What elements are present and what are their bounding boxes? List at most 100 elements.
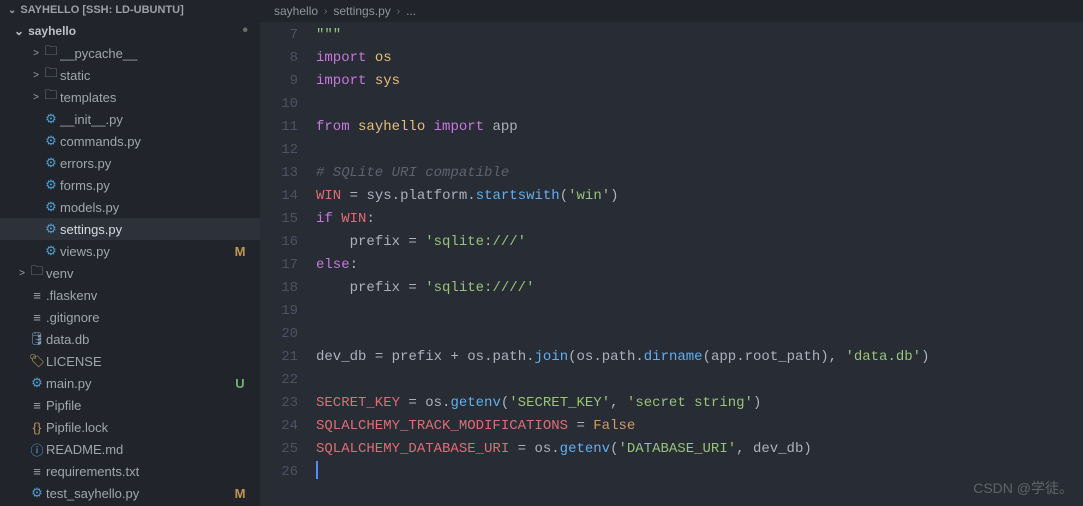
line-number: 10 xyxy=(260,93,298,116)
line-number: 24 xyxy=(260,415,298,438)
line-number: 15 xyxy=(260,208,298,231)
line-gutter: 7891011121314151617181920212223242526 xyxy=(260,24,316,506)
tree-item[interactable]: ≡Pipfile xyxy=(0,394,260,416)
tree-item[interactable]: ⚙errors.py xyxy=(0,152,260,174)
code-line[interactable]: if WIN: xyxy=(316,208,1083,231)
breadcrumb-part[interactable]: ... xyxy=(406,4,416,18)
tree-item[interactable]: >🗀static xyxy=(0,64,260,86)
code-line[interactable]: SQLALCHEMY_TRACK_MODIFICATIONS = False xyxy=(316,415,1083,438)
chevron-right-icon: > xyxy=(30,70,42,81)
py-icon: ⚙ xyxy=(42,155,60,171)
tree-item-label: views.py xyxy=(60,244,232,259)
file-tree: >🗀__pycache__>🗀static>🗀templates⚙__init_… xyxy=(0,42,260,504)
file-icon: ≡ xyxy=(28,398,46,413)
chevron-right-icon: › xyxy=(324,6,327,17)
chevron-right-icon: > xyxy=(30,48,42,59)
code-line[interactable] xyxy=(316,93,1083,116)
folder-root[interactable]: ⌄ sayhello • xyxy=(0,20,260,42)
chevron-down-icon: ⌄ xyxy=(14,24,24,38)
breadcrumb-part[interactable]: sayhello xyxy=(274,4,318,18)
code-line[interactable]: WIN = sys.platform.startswith('win') xyxy=(316,185,1083,208)
folder-icon: 🗀 xyxy=(42,42,60,64)
py-icon: ⚙ xyxy=(42,221,60,237)
tree-item[interactable]: >🗀__pycache__ xyxy=(0,42,260,64)
tree-item[interactable]: ≡.flaskenv xyxy=(0,284,260,306)
line-number: 22 xyxy=(260,369,298,392)
tree-item-label: venv xyxy=(46,266,232,281)
tree-item-label: README.md xyxy=(46,442,232,457)
code-line[interactable] xyxy=(316,139,1083,162)
code-line[interactable] xyxy=(316,323,1083,346)
chevron-right-icon: > xyxy=(16,268,28,279)
code-line[interactable]: SQLALCHEMY_DATABASE_URI = os.getenv('DAT… xyxy=(316,438,1083,461)
line-number: 19 xyxy=(260,300,298,323)
chevron-right-icon: > xyxy=(30,92,42,103)
py-icon: ⚙ xyxy=(42,133,60,149)
code-line[interactable] xyxy=(316,461,1083,484)
tree-item[interactable]: {}Pipfile.lock xyxy=(0,416,260,438)
code-line[interactable]: dev_db = prefix + os.path.join(os.path.d… xyxy=(316,346,1083,369)
tree-item[interactable]: ≡.gitignore xyxy=(0,306,260,328)
db-icon: 🛢 xyxy=(28,331,46,347)
tree-item[interactable]: ⚙settings.py xyxy=(0,218,260,240)
sidebar-title: SAYHELLO [SSH: LD-UBUNTU] xyxy=(20,4,183,16)
vcs-badge: M xyxy=(232,244,248,259)
tree-item[interactable]: ⚙main.pyU xyxy=(0,372,260,394)
file-icon: ≡ xyxy=(28,310,46,325)
tree-item[interactable]: ⚙__init__.py xyxy=(0,108,260,130)
line-number: 26 xyxy=(260,461,298,484)
folder-icon: 🗀 xyxy=(42,86,60,108)
py-icon: ⚙ xyxy=(28,485,46,501)
line-number: 23 xyxy=(260,392,298,415)
tree-item[interactable]: ⚙views.pyM xyxy=(0,240,260,262)
line-number: 25 xyxy=(260,438,298,461)
tree-item-label: main.py xyxy=(46,376,232,391)
tree-item[interactable]: ⚙test_sayhello.pyM xyxy=(0,482,260,504)
code-line[interactable]: prefix = 'sqlite:////' xyxy=(316,277,1083,300)
sidebar-header[interactable]: ⌄ SAYHELLO [SSH: LD-UBUNTU] xyxy=(0,0,260,20)
tree-item[interactable]: ⚙models.py xyxy=(0,196,260,218)
folder-icon: 🗀 xyxy=(28,262,46,284)
breadcrumb-part[interactable]: settings.py xyxy=(333,4,390,18)
tree-item[interactable]: ⚙commands.py xyxy=(0,130,260,152)
tree-item-label: .gitignore xyxy=(46,310,232,325)
tree-item-label: .flaskenv xyxy=(46,288,232,303)
code-line[interactable]: """ xyxy=(316,24,1083,47)
tree-item-label: settings.py xyxy=(60,222,232,237)
code-line[interactable]: # SQLite URI compatible xyxy=(316,162,1083,185)
tree-item[interactable]: 🏷LICENSE xyxy=(0,350,260,372)
line-number: 7 xyxy=(260,24,298,47)
breadcrumb[interactable]: sayhello › settings.py › ... xyxy=(260,0,1083,22)
tree-item[interactable]: >🗀templates xyxy=(0,86,260,108)
code-line[interactable] xyxy=(316,369,1083,392)
code-area[interactable]: 7891011121314151617181920212223242526 ""… xyxy=(260,22,1083,506)
tree-item[interactable]: >🗀venv xyxy=(0,262,260,284)
py-icon: ⚙ xyxy=(42,111,60,127)
tree-item-label: LICENSE xyxy=(46,354,232,369)
tree-item[interactable]: ⓘREADME.md xyxy=(0,438,260,460)
tree-item[interactable]: 🛢data.db xyxy=(0,328,260,350)
vcs-badge: M xyxy=(232,486,248,501)
code-line[interactable]: SECRET_KEY = os.getenv('SECRET_KEY', 'se… xyxy=(316,392,1083,415)
line-number: 17 xyxy=(260,254,298,277)
code-line[interactable] xyxy=(316,300,1083,323)
line-number: 16 xyxy=(260,231,298,254)
code-line[interactable]: prefix = 'sqlite:///' xyxy=(316,231,1083,254)
line-number: 13 xyxy=(260,162,298,185)
cursor xyxy=(316,461,318,479)
tree-item-label: templates xyxy=(60,90,232,105)
tree-item-label: requirements.txt xyxy=(46,464,232,479)
tree-item-label: __init__.py xyxy=(60,112,232,127)
code-line[interactable]: import sys xyxy=(316,70,1083,93)
tree-item[interactable]: ≡requirements.txt xyxy=(0,460,260,482)
code-line[interactable]: from sayhello import app xyxy=(316,116,1083,139)
tree-item-label: static xyxy=(60,68,232,83)
root-folder-label: sayhello xyxy=(28,24,76,38)
code-content[interactable]: """import osimport sys from sayhello impo… xyxy=(316,24,1083,506)
file-icon: ≡ xyxy=(28,288,46,303)
tree-item-label: data.db xyxy=(46,332,232,347)
tree-item[interactable]: ⚙forms.py xyxy=(0,174,260,196)
code-line[interactable]: import os xyxy=(316,47,1083,70)
code-line[interactable]: else: xyxy=(316,254,1083,277)
line-number: 9 xyxy=(260,70,298,93)
